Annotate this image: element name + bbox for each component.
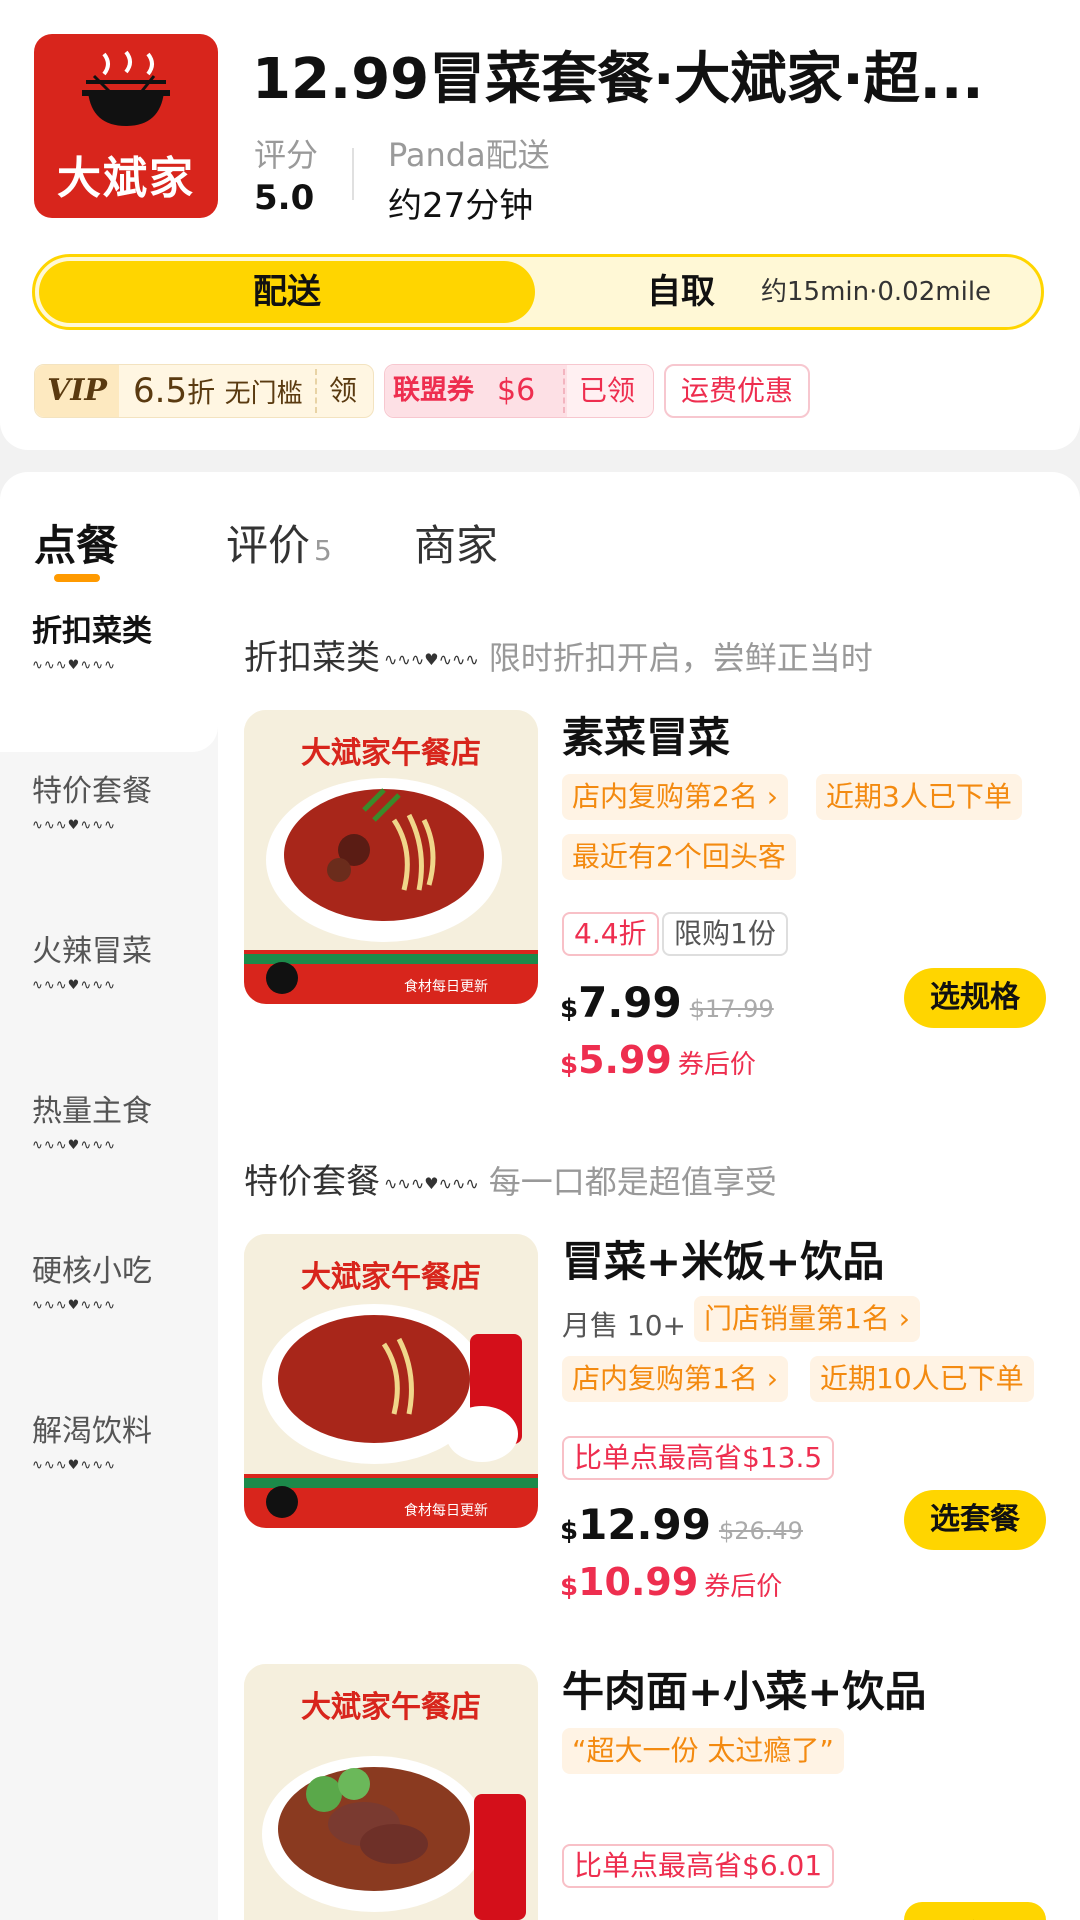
section-header: 特价套餐 ∿∿∿♥∿∿∿ 每一口都是超值享受 xyxy=(244,1162,777,1202)
dish-name[interactable]: 素菜冒菜 xyxy=(562,704,730,765)
limit-tag: 限购1份 xyxy=(662,912,788,956)
union-coupon-label: 联盟券 $6 xyxy=(385,365,567,417)
heart-squiggle-icon: ∿∿∿♥∿∿∿ xyxy=(32,818,117,833)
sidebar-item-staples[interactable]: 热量主食 ∿∿∿♥∿∿∿ xyxy=(0,1072,218,1232)
shipping-discount-tag[interactable]: 运费优惠 xyxy=(664,364,810,418)
dish-price: $12.99 $26.49 xyxy=(560,1500,803,1549)
category-sidebar: 折扣菜类 ∿∿∿♥∿∿∿ 特价套餐 ∿∿∿♥∿∿∿ 火辣冒菜 ∿∿∿♥∿∿∿ 热… xyxy=(0,592,218,1920)
savings-tag: 比单点最高省$6.01 xyxy=(562,1844,835,1888)
dish-image-footer: 食材每日更新 xyxy=(404,979,488,995)
savings-tag: 比单点最高省$13.5 xyxy=(562,1436,835,1480)
union-claimed: 已领 xyxy=(579,374,636,407)
select-combo-button[interactable]: 选套餐 xyxy=(904,1490,1046,1550)
dish-image-caption: 大斌家午餐店 xyxy=(301,1260,481,1295)
original-price: $26.49 xyxy=(718,1517,803,1545)
repeat-customer-tag: 最近有2个回头客 xyxy=(562,834,796,880)
original-price: $17.99 xyxy=(689,995,774,1023)
mode-delivery[interactable]: 配送 xyxy=(39,261,535,323)
review-quote-tag: “超大一份 太过瘾了” xyxy=(562,1728,844,1774)
tab-order[interactable]: 点餐 xyxy=(34,512,118,573)
vip-discount: 6.5 xyxy=(133,371,188,411)
order-count-tag: 近期10人已下单 xyxy=(810,1356,1034,1402)
monthly-sales: 月售 10+ xyxy=(562,1309,686,1342)
logo-text: 大斌家 xyxy=(57,153,195,204)
dish-price: $7.99 $17.99 xyxy=(560,978,774,1027)
delivery-time: 约27分钟 xyxy=(388,186,534,226)
vip-unit: 折 xyxy=(187,376,216,409)
heart-squiggle-icon: ∿∿∿♥∿∿∿ xyxy=(32,658,117,673)
heart-squiggle-icon: ∿∿∿♥∿∿∿ xyxy=(32,1298,117,1313)
store-title: 12.99冒菜套餐·大斌家·超... xyxy=(252,47,984,112)
sidebar-item-drinks[interactable]: 解渴饮料 ∿∿∿♥∿∿∿ xyxy=(0,1392,218,1552)
dish-image-caption: 大斌家午餐店 xyxy=(301,1690,481,1725)
select-combo-button[interactable]: 选套餐 xyxy=(904,1902,1046,1920)
tab-reviews[interactable]: 评价 5 xyxy=(226,512,332,573)
coupon-price: $5.99 券后价 xyxy=(560,1038,756,1082)
menu-panel: 点餐 评价 5 商家 折扣菜类 ∿∿∿♥∿∿∿ 特价套餐 ∿∿∿♥∿∿∿ 火辣冒菜… xyxy=(0,472,1080,1920)
rank-tag[interactable]: 店内复购第1名 › xyxy=(562,1356,788,1402)
store-logo[interactable]: 大斌家 xyxy=(34,34,218,218)
rating-value: 5.0 xyxy=(254,178,315,218)
store-header: 大斌家 12.99冒菜套餐·大斌家·超... 评分 5.0 Panda配送 约2… xyxy=(0,0,1080,450)
section-header: 折扣菜类 ∿∿∿♥∿∿∿ 限时折扣开启，尝鲜正当时 xyxy=(244,638,873,678)
sidebar-item-special-combo[interactable]: 特价套餐 ∿∿∿♥∿∿∿ xyxy=(0,752,218,912)
discount-tag: 4.4折 xyxy=(562,912,659,956)
active-tab-indicator xyxy=(54,574,100,582)
meta-divider xyxy=(352,148,354,200)
pickup-info: 约15min·0.02mile xyxy=(761,277,992,307)
order-mode-switch: 配送 自取 约15min·0.02mile xyxy=(32,254,1044,330)
select-spec-button[interactable]: 选规格 xyxy=(904,968,1046,1028)
mode-pickup[interactable]: 自取 xyxy=(647,257,715,327)
coupon-divider xyxy=(315,369,317,413)
rating-label: 评分 xyxy=(254,136,319,174)
rank-tag[interactable]: 店内复购第2名 › xyxy=(562,774,788,820)
sidebar-item-discount[interactable]: 折扣菜类 ∿∿∿♥∿∿∿ xyxy=(0,592,218,752)
vip-badge: VIP xyxy=(35,365,119,417)
vip-claim-button[interactable]: 领 xyxy=(329,365,357,417)
coupon-divider xyxy=(563,369,565,413)
union-coupon[interactable]: 联盟券 $6 已领 xyxy=(384,364,654,418)
review-count: 5 xyxy=(314,534,332,567)
delivery-provider: Panda配送 xyxy=(388,136,550,174)
heart-squiggle-icon: ∿∿∿♥∿∿∿ xyxy=(32,1138,117,1153)
heart-squiggle-icon: ∿∿∿♥∿∿∿ xyxy=(384,650,479,669)
tab-merchant[interactable]: 商家 xyxy=(414,512,498,573)
order-count-tag: 近期3人已下单 xyxy=(816,774,1022,820)
heart-squiggle-icon: ∿∿∿♥∿∿∿ xyxy=(384,1174,479,1193)
coupon-price: $10.99 券后价 xyxy=(560,1560,783,1604)
dish-image[interactable]: 大斌家午餐店 食材每日更新 xyxy=(244,1234,538,1528)
sidebar-item-spicy[interactable]: 火辣冒菜 ∿∿∿♥∿∿∿ xyxy=(0,912,218,1072)
union-coupon-amount: $6 xyxy=(497,373,536,408)
heart-squiggle-icon: ∿∿∿♥∿∿∿ xyxy=(32,978,117,993)
dish-image-footer: 食材每日更新 xyxy=(404,1503,488,1519)
sidebar-item-snacks[interactable]: 硬核小吃 ∿∿∿♥∿∿∿ xyxy=(0,1232,218,1392)
vip-desc: 无门槛 xyxy=(224,379,303,409)
vip-coupon[interactable]: VIP 6.5折 无门槛 领 xyxy=(34,364,374,418)
store-rank-tag[interactable]: 门店销量第1名 › xyxy=(694,1296,920,1342)
dish-image[interactable]: 大斌家午餐店 xyxy=(244,1664,538,1920)
dish-name[interactable]: 冒菜+米饭+饮品 xyxy=(562,1228,884,1289)
dish-image-caption: 大斌家午餐店 xyxy=(301,736,481,771)
dish-image[interactable]: 大斌家午餐店 食材每日更新 xyxy=(244,710,538,1004)
dish-name[interactable]: 牛肉面+小菜+饮品 xyxy=(562,1658,926,1719)
heart-squiggle-icon: ∿∿∿♥∿∿∿ xyxy=(32,1458,117,1473)
